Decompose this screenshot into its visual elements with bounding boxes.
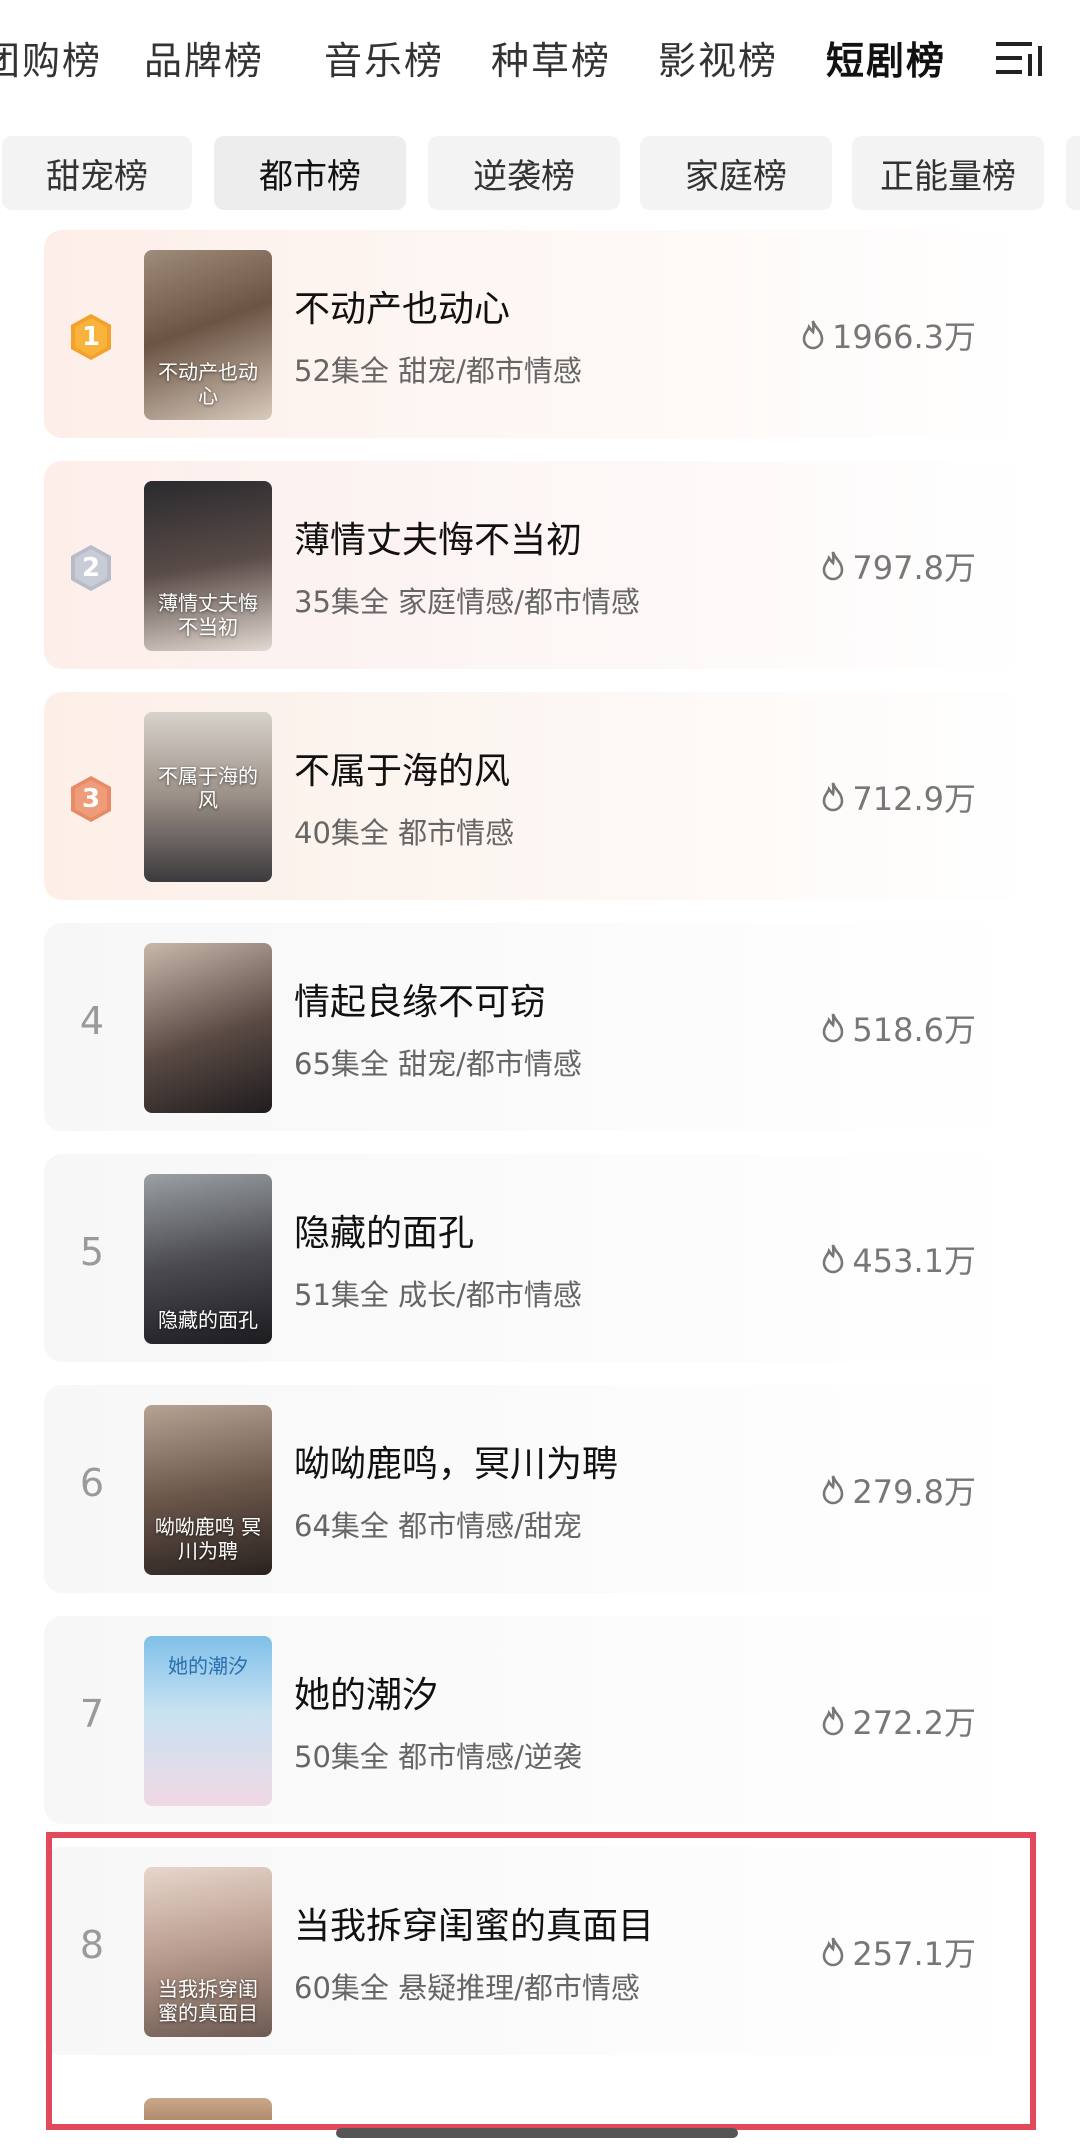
chip-comeback[interactable]: 逆袭榜	[428, 136, 620, 210]
poster-image	[144, 943, 272, 1113]
poster-image: 呦呦鹿鸣 冥川为聘	[144, 1405, 272, 1575]
flame-icon	[823, 1013, 844, 1043]
drama-title: 薄情丈夫悔不当初	[294, 520, 583, 561]
flame-icon	[823, 1475, 844, 1505]
chip-sweet-love[interactable]: 甜宠榜	[2, 136, 192, 210]
poster-image: 不属于海的风	[144, 712, 272, 882]
heat-value: 279.8万	[820, 1467, 976, 1513]
tab-brand[interactable]: 品牌榜	[144, 30, 264, 85]
rank-number: 5	[79, 1230, 105, 1274]
poster-image: 她的潮汐	[144, 1636, 272, 1806]
list-item[interactable]: 2 薄情丈夫悔不当初 薄情丈夫悔不当初 35集全 家庭情感/都市情感 797.8…	[44, 461, 1034, 669]
heat-value: 453.1万	[820, 1236, 976, 1282]
list-item[interactable]: 1 不动产也动心 不动产也动心 52集全 甜宠/都市情感 1966.3万	[44, 230, 1034, 438]
silver-rank-badge-icon: 2	[68, 543, 114, 593]
top-tab-bar: 团购榜 品牌榜 音乐榜 种草榜 影视榜 短剧榜	[0, 0, 1080, 120]
heat-value: 272.2万	[820, 1698, 976, 1744]
flame-icon	[823, 782, 844, 812]
drama-meta: 52集全 甜宠/都市情感	[294, 354, 582, 388]
flame-icon	[823, 551, 844, 581]
highlight-annotation-box	[46, 1832, 1036, 2130]
drama-title: 情起良缘不可窃	[294, 982, 547, 1023]
drama-title: 不属于海的风	[294, 751, 511, 792]
drama-meta: 65集全 甜宠/都市情感	[294, 1047, 582, 1081]
drama-meta: 51集全 成长/都市情感	[294, 1278, 582, 1312]
drama-title: 不动产也动心	[294, 289, 511, 330]
list-item[interactable]: 3 不属于海的风 不属于海的风 40集全 都市情感 712.9万	[44, 692, 1034, 900]
tab-film-tv[interactable]: 影视榜	[658, 30, 778, 85]
poster-image: 隐藏的面孔	[144, 1174, 272, 1344]
rank-number: 6	[79, 1461, 105, 1505]
drama-title: 她的潮汐	[294, 1675, 439, 1716]
list-item[interactable]: 5 隐藏的面孔 隐藏的面孔 51集全 成长/都市情感 453.1万	[44, 1154, 1034, 1362]
home-indicator[interactable]	[336, 2128, 738, 2138]
bronze-rank-badge-icon: 3	[68, 774, 114, 824]
heat-value: 712.9万	[820, 774, 976, 820]
drama-title: 隐藏的面孔	[294, 1213, 475, 1254]
flame-icon	[802, 320, 824, 350]
tab-seeding[interactable]: 种草榜	[491, 30, 611, 85]
drama-meta: 64集全 都市情感/甜宠	[294, 1509, 582, 1543]
gold-rank-badge-icon: 1	[68, 312, 114, 362]
tab-short-drama[interactable]: 短剧榜	[826, 30, 946, 85]
list-item[interactable]: 7 她的潮汐 她的潮汐 50集全 都市情感/逆袭 272.2万	[44, 1616, 1034, 1824]
heat-value: 797.8万	[820, 543, 976, 589]
drama-meta: 35集全 家庭情感/都市情感	[294, 585, 640, 619]
list-item[interactable]: 6 呦呦鹿鸣 冥川为聘 呦呦鹿鸣，冥川为聘 64集全 都市情感/甜宠 279.8…	[44, 1385, 1034, 1593]
poster-image: 薄情丈夫悔不当初	[144, 481, 272, 651]
menu-icon[interactable]	[992, 38, 1044, 80]
rank-number: 7	[79, 1692, 105, 1736]
chip-family[interactable]: 家庭榜	[640, 136, 832, 210]
rank-number: 4	[79, 999, 105, 1043]
heat-value: 518.6万	[820, 1005, 976, 1051]
flame-icon	[823, 1244, 844, 1274]
poster-image: 不动产也动心	[144, 250, 272, 420]
drama-meta: 40集全 都市情感	[294, 816, 515, 850]
chip-positive-energy[interactable]: 正能量榜	[852, 136, 1044, 210]
list-item[interactable]: 4 情起良缘不可窃 65集全 甜宠/都市情感 518.6万	[44, 923, 1034, 1131]
heat-value: 1966.3万	[800, 312, 976, 358]
flame-icon	[823, 1706, 844, 1736]
tab-group-buy[interactable]: 团购榜	[0, 30, 102, 85]
drama-title: 呦呦鹿鸣，冥川为聘	[294, 1444, 619, 1485]
chip-urban[interactable]: 都市榜	[214, 136, 406, 210]
chip-overflow[interactable]	[1066, 136, 1080, 210]
tab-music[interactable]: 音乐榜	[324, 30, 444, 85]
drama-meta: 50集全 都市情感/逆袭	[294, 1740, 582, 1774]
